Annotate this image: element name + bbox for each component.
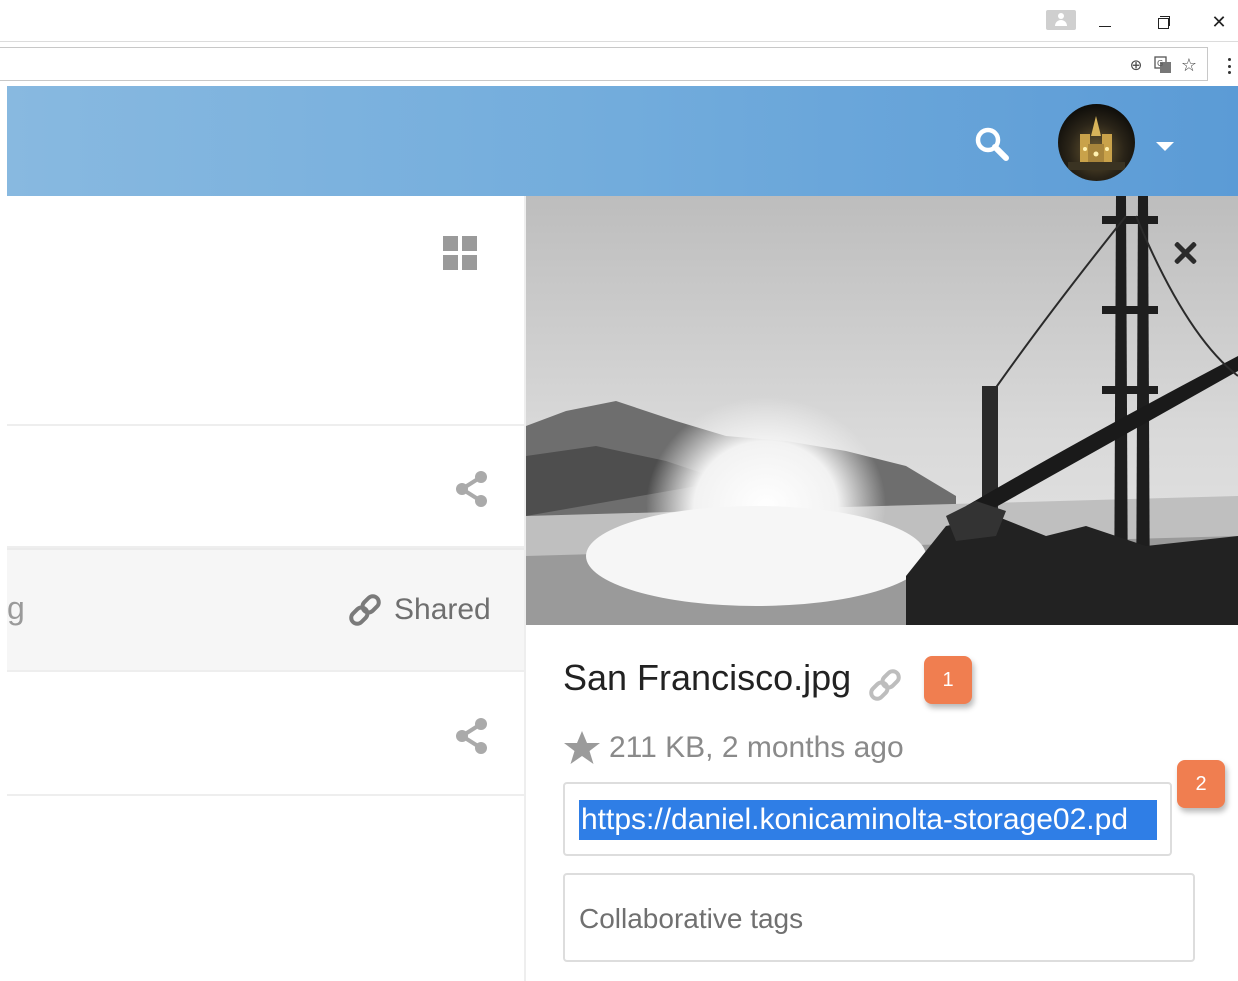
star-icon[interactable] [563,730,601,766]
image-preview [526,196,1238,625]
preview-photo [526,196,1238,625]
link-icon [349,594,381,626]
share-icon[interactable] [452,716,492,756]
shared-label: Shared [394,593,491,626]
collaborative-tags-input[interactable]: Collaborative tags [563,873,1195,962]
browser-profile-icon[interactable] [1046,10,1076,30]
close-icon[interactable] [1168,236,1202,270]
avatar[interactable] [1058,104,1135,181]
zoom-icon[interactable]: ⊕ [1125,55,1147,75]
app-header [7,86,1238,196]
share-icon[interactable] [452,469,492,509]
translate-icon[interactable]: G [1152,55,1174,75]
grid-view-icon[interactable] [443,236,478,270]
avatar-image [1058,104,1135,181]
file-row[interactable] [7,672,525,796]
window-minimize-button[interactable] [1090,8,1120,36]
window-close-button[interactable]: ✕ [1204,8,1234,36]
address-bar[interactable] [0,47,1208,81]
file-row-name[interactable]: g [7,590,25,627]
file-row[interactable] [7,426,525,548]
window-restore-button[interactable] [1148,8,1178,36]
file-meta: 211 KB, 2 months ago [563,730,904,766]
search-icon[interactable] [972,124,1012,164]
callout-badge: 2 [1177,760,1225,808]
link-icon[interactable] [866,668,904,702]
bookmark-star-icon[interactable]: ☆ [1178,55,1200,76]
callout-badge: 1 [924,656,972,704]
share-link-text: https://daniel.konicaminolta-storage02.p… [579,800,1157,840]
file-size-and-date: 211 KB, 2 months ago [609,731,904,764]
shared-status[interactable]: Shared [346,591,491,629]
translate-glyph: G [1154,56,1171,73]
file-title: San Francisco.jpg [563,657,852,698]
caret-down-icon[interactable] [1156,142,1174,151]
tags-placeholder: Collaborative tags [579,903,804,934]
share-link-input[interactable]: https://daniel.konicaminolta-storage02.p… [563,782,1172,856]
browser-menu-icon[interactable] [1222,55,1236,77]
svg-text:G: G [1157,59,1163,68]
